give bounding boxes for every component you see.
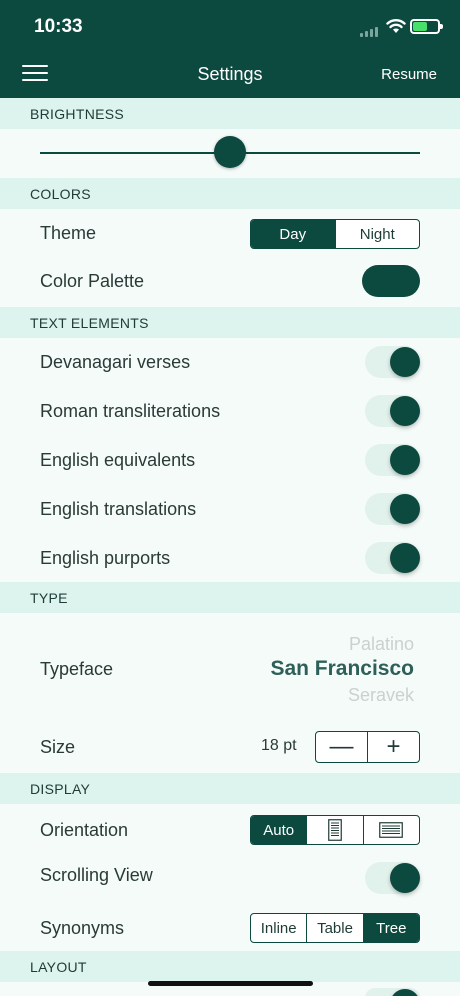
- orientation-segmented-control[interactable]: Auto: [250, 815, 420, 845]
- resume-button[interactable]: Resume: [381, 66, 437, 83]
- section-header-colors: COLORS: [0, 178, 460, 209]
- increase-size-button[interactable]: +: [367, 732, 419, 762]
- section-header-layout: LAYOUT: [0, 951, 460, 982]
- theme-label: Theme: [40, 223, 97, 243]
- decrease-size-button[interactable]: —: [316, 732, 367, 762]
- section-title: LAYOUT: [30, 959, 87, 975]
- english-purports-toggle[interactable]: [365, 542, 420, 574]
- section-title: DISPLAY: [30, 781, 91, 797]
- slider-thumb[interactable]: [214, 136, 246, 168]
- typeface-label: Typeface: [40, 659, 114, 679]
- navigation-bar: Settings Resume: [0, 52, 460, 98]
- toggle-knob: [390, 347, 420, 377]
- typeface-picker[interactable]: Palatino San Francisco Seravek: [240, 630, 420, 705]
- section-header-brightness: BRIGHTNESS: [0, 98, 460, 129]
- scrolling-view-label: Scrolling View: [40, 865, 153, 885]
- theme-option-night[interactable]: Night: [334, 220, 420, 248]
- theme-segmented-control[interactable]: Day Night: [250, 219, 420, 249]
- roman-transliterations-toggle[interactable]: [365, 395, 420, 427]
- typeface-option-seravek[interactable]: Seravek: [348, 685, 414, 705]
- toggle-knob: [390, 863, 420, 893]
- toggle-knob: [390, 494, 420, 524]
- cellular-signal-icon: [360, 27, 378, 37]
- battery-icon: [410, 19, 443, 34]
- orientation-option-landscape[interactable]: [362, 816, 419, 844]
- typeface-option-palatino[interactable]: Palatino: [349, 634, 414, 655]
- orientation-option-auto[interactable]: Auto: [251, 816, 307, 844]
- toggle-knob: [390, 989, 420, 996]
- roman-transliterations-label: Roman transliterations: [40, 401, 221, 421]
- toggle-knob: [390, 543, 420, 573]
- section-title: TEXT ELEMENTS: [30, 315, 149, 331]
- synonyms-segmented-control[interactable]: Inline Table Tree: [250, 913, 420, 943]
- section-header-text-elements: TEXT ELEMENTS: [0, 307, 460, 338]
- orientation-label: Orientation: [40, 820, 129, 840]
- color-palette-label: Color Palette: [40, 271, 145, 291]
- orientation-option-portrait[interactable]: [306, 816, 362, 844]
- section-title: BRIGHTNESS: [30, 106, 125, 122]
- synonyms-option-inline[interactable]: Inline: [251, 914, 306, 942]
- size-stepper[interactable]: — +: [315, 731, 420, 763]
- wifi-icon: [386, 19, 406, 33]
- brightness-slider[interactable]: [40, 136, 420, 168]
- devanagari-verses-label: Devanagari verses: [40, 352, 191, 372]
- section-title: COLORS: [30, 186, 91, 202]
- synonyms-option-table[interactable]: Table: [306, 914, 362, 942]
- color-palette-button[interactable]: [362, 265, 420, 297]
- synonyms-label: Synonyms: [40, 918, 125, 938]
- theme-option-day[interactable]: Day: [251, 220, 335, 248]
- status-bar: 10:33: [0, 0, 460, 52]
- status-time: 10:33: [34, 16, 83, 37]
- scrolling-view-toggle[interactable]: [365, 862, 420, 894]
- section-title: TYPE: [30, 590, 68, 606]
- landscape-page-icon: [379, 822, 404, 838]
- devanagari-verses-toggle[interactable]: [365, 346, 420, 378]
- portrait-page-icon: [328, 819, 342, 841]
- size-label: Size: [40, 737, 76, 757]
- section-header-type: TYPE: [0, 582, 460, 613]
- english-purports-label: English purports: [40, 548, 171, 568]
- english-translations-label: English translations: [40, 499, 197, 519]
- toggle-knob: [390, 445, 420, 475]
- section-header-display: DISPLAY: [0, 773, 460, 804]
- english-translations-toggle[interactable]: [365, 493, 420, 525]
- english-equivalents-toggle[interactable]: [365, 444, 420, 476]
- layout-toggle[interactable]: [365, 988, 420, 996]
- synonyms-option-tree[interactable]: Tree: [362, 914, 419, 942]
- size-value: 18 pt: [261, 737, 297, 754]
- toggle-knob: [390, 396, 420, 426]
- typeface-option-san-francisco[interactable]: San Francisco: [270, 657, 414, 681]
- english-equivalents-label: English equivalents: [40, 450, 196, 470]
- home-indicator: [148, 981, 313, 986]
